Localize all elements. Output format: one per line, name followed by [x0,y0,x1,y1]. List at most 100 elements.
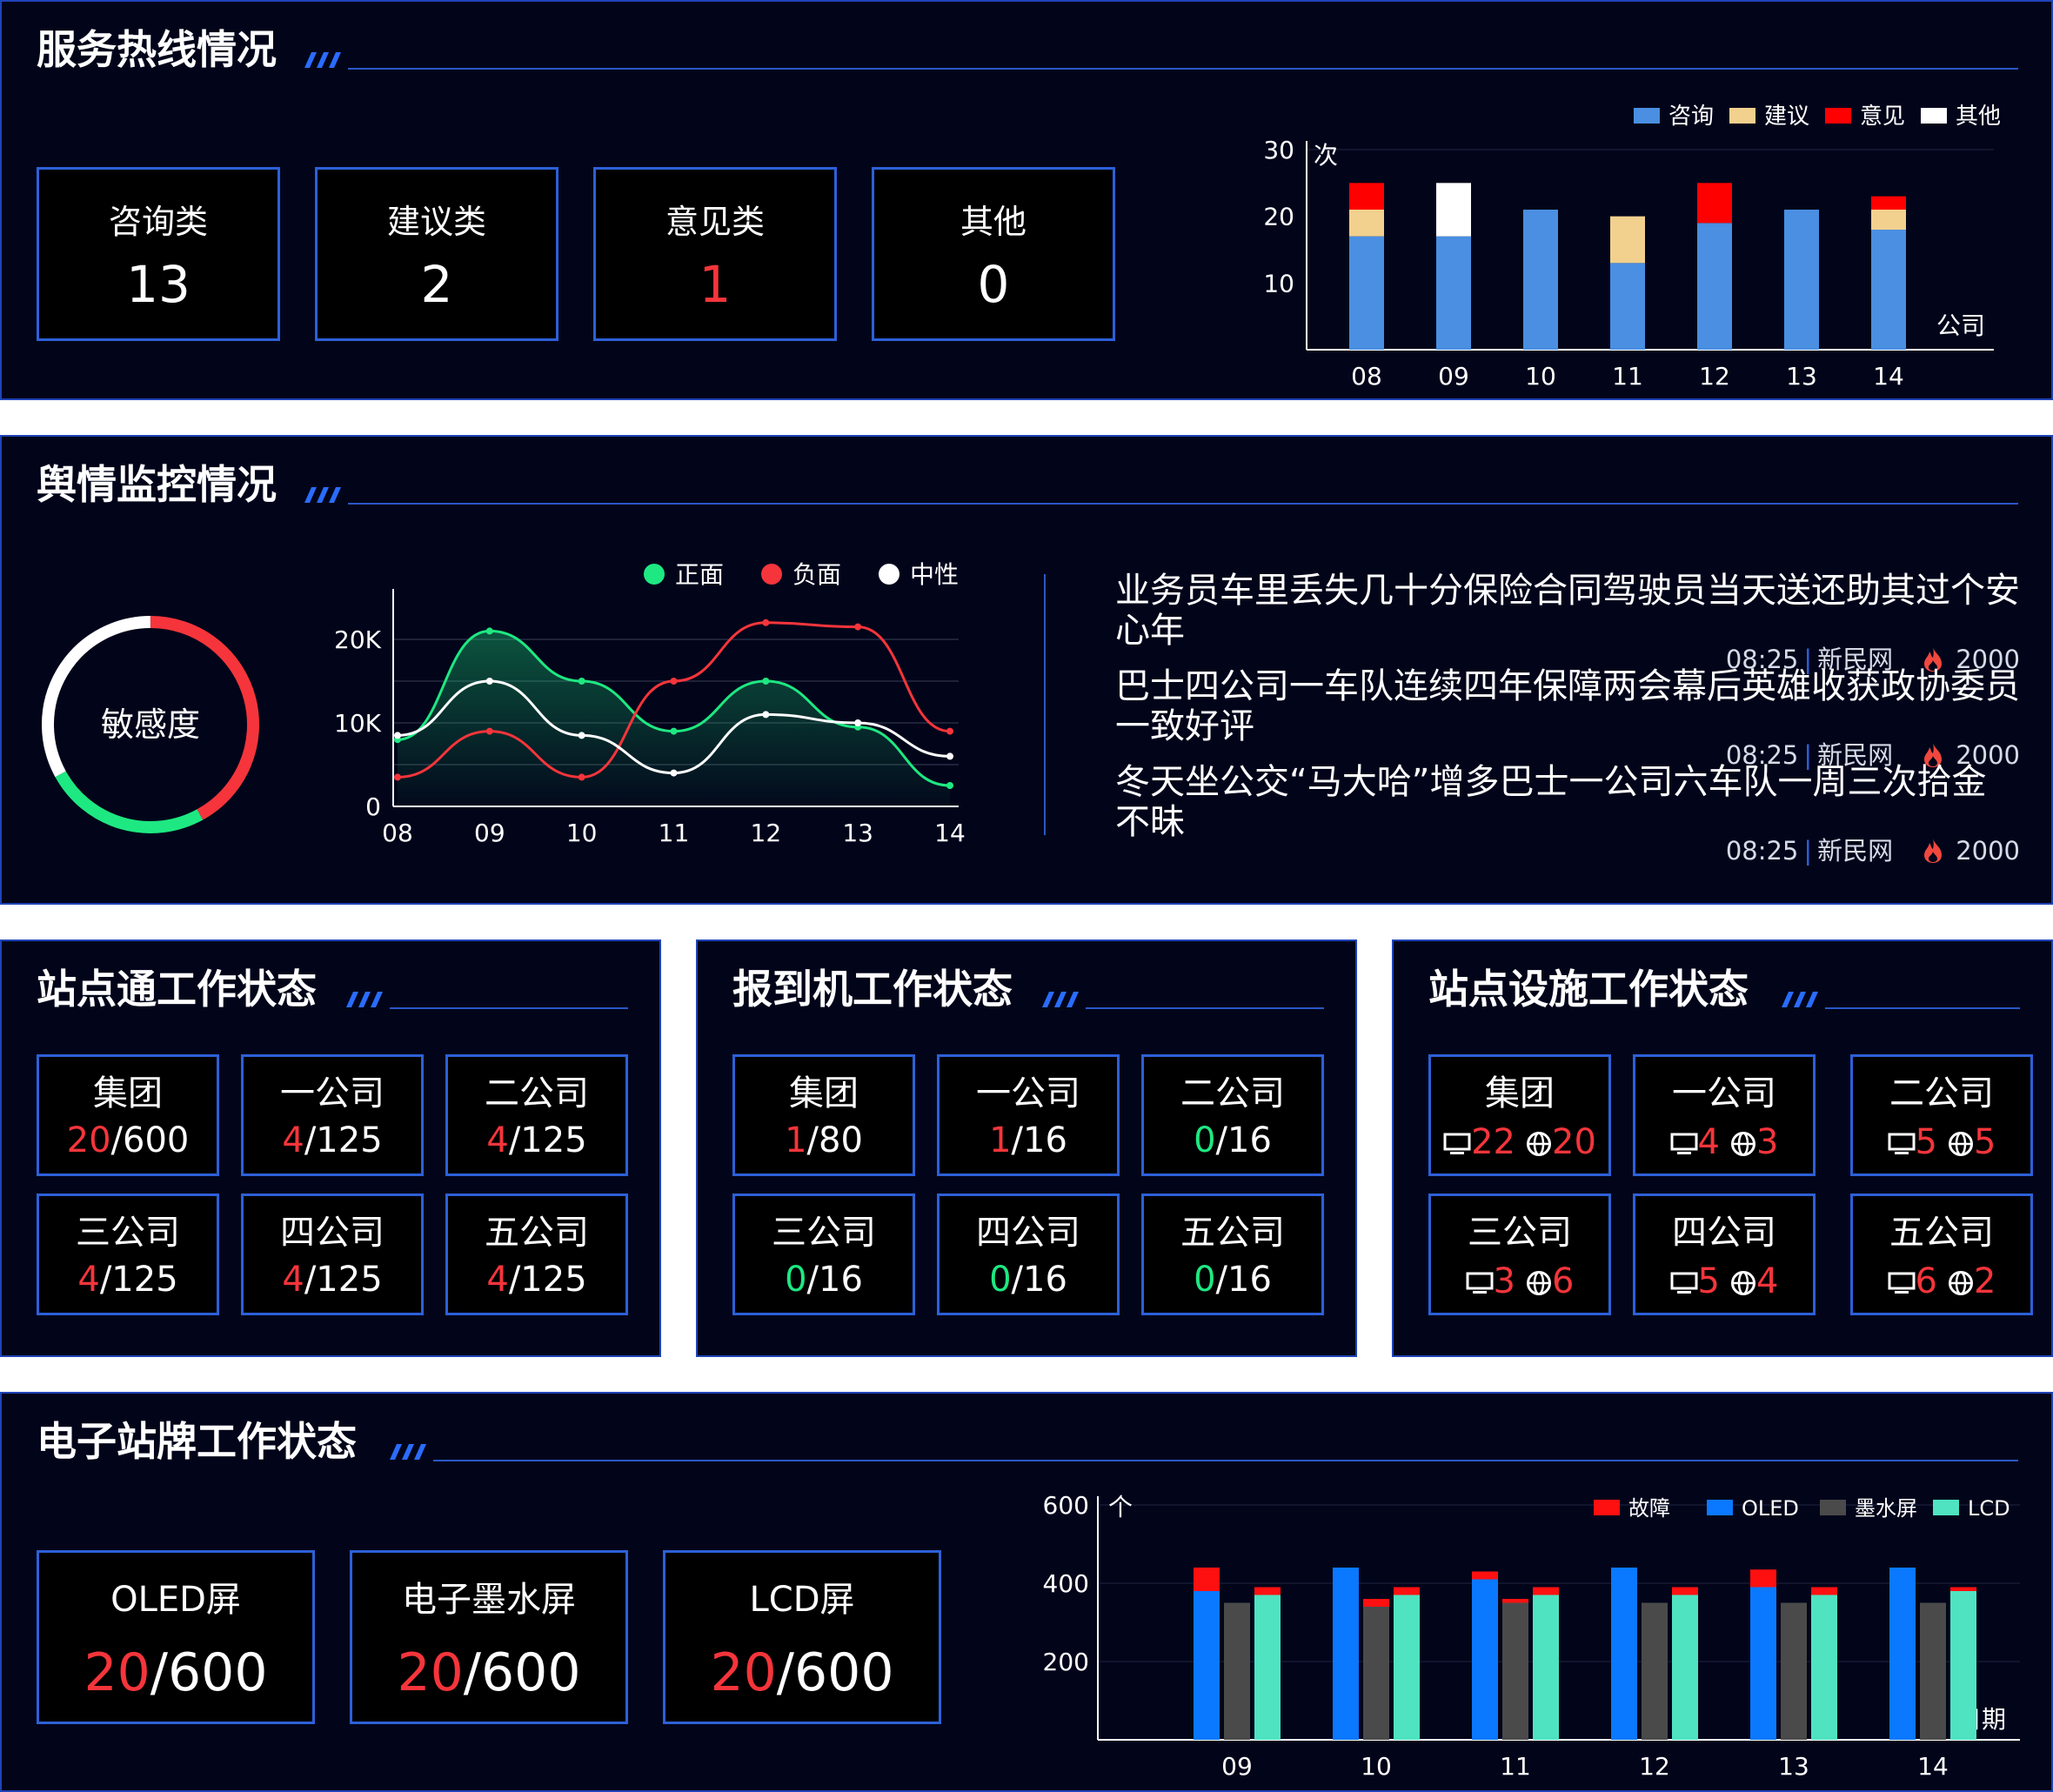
stat-consult[interactable]: 咨询类 13 [37,167,280,341]
status-card[interactable]: 五公司 0/16 [1141,1194,1324,1315]
card-label: 五公司 [1889,1213,1994,1253]
facility-card[interactable]: 集团 22 20 [1428,1054,1611,1176]
news-source: 新民网 [1817,836,1894,866]
status-card[interactable]: 三公司 4/125 [37,1194,219,1315]
card-label: 三公司 [76,1213,180,1253]
card-total: /600 [110,1120,190,1160]
globe-icon [1731,1271,1755,1295]
checkin-title: 报到机工作状态 [732,966,1013,1013]
screen-stat-eink[interactable]: 电子墨水屏 20/600 [350,1550,628,1724]
status-card[interactable]: 二公司 0/16 [1141,1054,1324,1176]
status-card[interactable]: 集团 1/80 [732,1054,915,1176]
bar [1642,1602,1668,1740]
x-tick-label: 14 [934,819,966,847]
status-card[interactable]: 四公司 0/16 [937,1194,1120,1315]
card-total: /16 [1215,1120,1272,1160]
card-label: 集团 [93,1073,163,1113]
status-card[interactable]: 三公司 0/16 [732,1194,915,1315]
legend-label: 墨水屏 [1855,1496,1917,1521]
meta-separator: | [1803,836,1813,866]
card-total: /125 [508,1120,587,1160]
stat-total: /600 [463,1642,581,1703]
card-label: 五公司 [1180,1213,1285,1253]
monitor-icon [1670,1272,1698,1294]
stat-label: OLED屏 [110,1580,241,1620]
x-tick-label: 11 [1500,1752,1531,1781]
stat-opinion[interactable]: 意见类 1 [593,167,837,341]
facility-card[interactable]: 四公司 5 4 [1633,1194,1816,1315]
card-current: 1 [785,1120,807,1160]
card-devices: 43 [1635,1121,1813,1163]
slash-decoration-icon [1782,992,1818,1007]
stat-value: 2 [420,254,453,314]
bar [1611,1568,1637,1740]
stat-label: 电子墨水屏 [402,1580,576,1620]
status-card[interactable]: 一公司 4/125 [241,1054,424,1176]
news-item[interactable]: 冬天坐公交“马大哈”增多巴士一公司六车队一周三次拾金不昧 08:25 | 新民网 20… [1115,762,2020,866]
card-label: 一公司 [976,1073,1080,1113]
card-current: 0 [1194,1260,1216,1300]
data-point [578,732,585,739]
title-underline [348,68,2018,70]
network-count: 5 [1974,1122,1996,1162]
card-value: 1/80 [735,1120,913,1161]
news-item[interactable]: 业务员车里丢失几十分保险合同驾驶员当天送还助其过个安心年 08:25 | 新民网 20… [1115,571,2020,675]
card-total: /16 [1011,1120,1067,1160]
facility-card[interactable]: 一公司 4 3 [1633,1054,1816,1176]
card-label: 集团 [789,1073,859,1113]
status-card[interactable]: 四公司 4/125 [241,1194,424,1315]
card-value: 4/125 [448,1259,625,1301]
news-title: 冬天坐公交“马大哈”增多巴士一公司六车队一周三次拾金不昧 [1115,762,1987,842]
card-current: 0 [785,1260,807,1300]
card-devices: 55 [1853,1121,2030,1163]
bar-segment [1871,230,1906,350]
x-tick-label: 10 [566,819,598,847]
stat-label: 意见类 [665,203,765,241]
slash-decoration-icon [346,992,383,1007]
news-item[interactable]: 巴士四公司一车队连续四年保障两会幕后英雄收获政协委员一致好评 08:25 | 新民网… [1115,666,2020,771]
stat-suggest[interactable]: 建议类 2 [315,167,558,341]
fault-segment [1472,1571,1498,1580]
network-count: 3 [1756,1122,1779,1162]
bar [1254,1595,1281,1740]
stat-other[interactable]: 其他 0 [872,167,1115,341]
x-tick-label: 12 [1639,1752,1670,1781]
bar-segment [1871,210,1906,230]
bar [1811,1595,1837,1740]
status-card[interactable]: 二公司 4/125 [445,1054,628,1176]
legend-swatch [1921,108,1947,124]
card-total: /125 [304,1120,383,1160]
bar [1333,1568,1359,1740]
stat-value: 13 [126,254,191,314]
status-card[interactable]: 一公司 1/16 [937,1054,1120,1176]
x-tick-label: 10 [1361,1752,1392,1781]
hotline-bar-chart: 10 20 30 次公司 08 09 10 11 12 13 14 咨询 建议 意见 其他 [1263,104,2001,391]
gauge-arc-white [42,616,150,778]
bar [1889,1568,1916,1740]
stat-label: 其他 [960,203,1026,241]
status-card[interactable]: 集团 20/600 [37,1054,219,1176]
facility-card[interactable]: 三公司 3 6 [1428,1194,1611,1315]
facility-title: 站点设施工作状态 [1428,966,1749,1013]
card-value: 0/16 [735,1259,913,1301]
status-card[interactable]: 五公司 4/125 [445,1194,628,1315]
x-tick-label: 14 [1873,362,1904,391]
stat-current: 20 [710,1642,777,1703]
bar-segment [1349,183,1384,210]
monitor-icon [1443,1133,1471,1154]
stat-label: 建议类 [386,203,486,241]
facility-card[interactable]: 五公司 6 2 [1850,1194,2033,1315]
bar-segment [1610,216,1645,264]
facility-card[interactable]: 二公司 5 5 [1850,1054,2033,1176]
checkin-panel: 报到机工作状态 集团 1/80 一公司 1/16 二公司 0/16 三公司 0/16 四… [696,939,1357,1357]
card-label: 二公司 [1889,1073,1994,1113]
card-label: 五公司 [485,1213,589,1253]
screen-stat-oled[interactable]: OLED屏 20/600 [37,1550,315,1724]
bar-segment [1871,196,1906,210]
card-devices: 54 [1635,1260,1813,1302]
legend-dot [879,564,899,585]
legend-label: LCD [1968,1496,2010,1521]
screen-stat-lcd[interactable]: LCD屏 20/600 [663,1550,941,1724]
title-underline [433,1460,2018,1461]
monitor-icon [1466,1272,1494,1294]
